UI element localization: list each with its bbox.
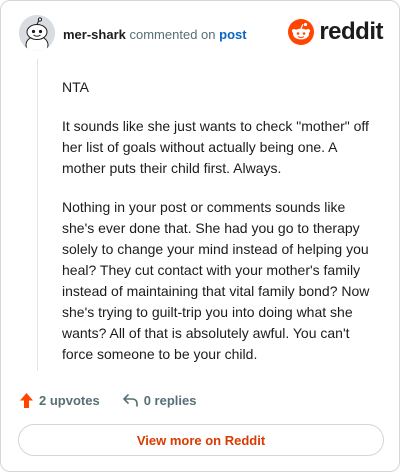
reddit-wordmark: reddit (319, 18, 383, 45)
upvote-count: 2 upvotes (39, 392, 100, 408)
comment-meta: mer-shark commented on post (63, 27, 247, 42)
reddit-logo-icon (288, 19, 315, 45)
comment-actions: 2 upvotes 0 replies (19, 389, 196, 411)
thread-line (37, 59, 38, 371)
reddit-brand[interactable]: reddit (288, 17, 383, 47)
snoo-avatar-icon[interactable] (19, 15, 55, 51)
commented-on-text: commented on (129, 27, 216, 42)
upvote-button[interactable]: 2 upvotes (19, 392, 100, 409)
post-link[interactable]: post (219, 27, 246, 42)
username[interactable]: mer-shark (63, 27, 126, 42)
embedded-comment-card: mer-shark commented on post reddit NTA I… (0, 0, 400, 472)
comment-paragraph: Nothing in your post or comments sounds … (62, 199, 370, 362)
reply-arrow-icon (122, 394, 138, 407)
reply-count: 0 replies (143, 392, 197, 408)
comment-paragraph: NTA (62, 79, 89, 95)
comment-paragraph: It sounds like she just wants to check "… (62, 118, 369, 176)
upvote-arrow-icon (20, 392, 33, 408)
view-more-button[interactable]: View more on Reddit (18, 424, 384, 456)
comment-body: NTA It sounds like she just wants to che… (62, 77, 380, 383)
reply-button[interactable]: 0 replies (122, 392, 197, 408)
comment-header: mer-shark commented on post reddit (19, 15, 383, 51)
